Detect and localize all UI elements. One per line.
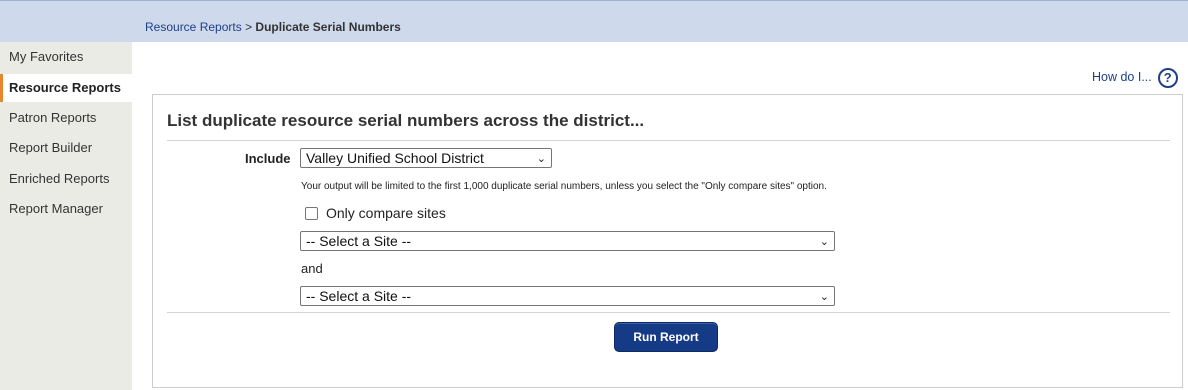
report-form-panel: List duplicate resource serial numbers a…: [152, 94, 1183, 388]
sidebar-item-report-builder[interactable]: Report Builder: [0, 133, 132, 164]
sidebar-nav: My Favorites Resource Reports Patron Rep…: [0, 42, 132, 390]
output-limit-note: Your output will be limited to the first…: [301, 181, 827, 192]
only-compare-sites-label: Only compare sites: [326, 205, 446, 221]
question-circle-icon[interactable]: ?: [1157, 68, 1178, 88]
first-site-select[interactable]: -- Select a Site -- ⌄: [300, 231, 835, 251]
help-area: How do I... ?: [1092, 66, 1178, 88]
include-district-value: Valley Unified School District: [306, 150, 484, 166]
sidebar-item-report-manager[interactable]: Report Manager: [0, 194, 132, 225]
include-label: Include: [245, 151, 291, 166]
include-district-select[interactable]: Valley Unified School District ⌄: [300, 148, 552, 168]
breadcrumb-separator: >: [245, 20, 253, 34]
page-title: List duplicate resource serial numbers a…: [167, 111, 645, 130]
only-compare-sites-option[interactable]: Only compare sites: [305, 205, 446, 221]
run-report-button[interactable]: Run Report: [614, 322, 718, 352]
title-divider: [167, 140, 1170, 141]
how-do-i-link[interactable]: How do I...: [1092, 70, 1152, 84]
top-header-bar: Resource Reports > Duplicate Serial Numb…: [0, 0, 1188, 42]
chevron-down-icon: ⌄: [819, 236, 829, 248]
sidebar-item-enriched-reports[interactable]: Enriched Reports: [0, 164, 132, 195]
second-site-select[interactable]: -- Select a Site -- ⌄: [300, 286, 835, 306]
first-site-value: -- Select a Site --: [306, 233, 412, 249]
and-label: and: [301, 261, 323, 276]
chevron-down-icon: ⌄: [536, 153, 546, 165]
breadcrumb-resource-reports-link[interactable]: Resource Reports: [145, 20, 242, 34]
only-compare-sites-checkbox[interactable]: [305, 206, 318, 220]
form-divider: [167, 312, 1170, 313]
second-site-value: -- Select a Site --: [306, 288, 412, 304]
breadcrumb: Resource Reports > Duplicate Serial Numb…: [145, 20, 401, 34]
chevron-down-icon: ⌄: [819, 291, 829, 303]
sidebar-item-patron-reports[interactable]: Patron Reports: [0, 103, 132, 134]
sidebar-item-resource-reports[interactable]: Resource Reports: [0, 73, 132, 102]
sidebar-item-my-favorites[interactable]: My Favorites: [0, 42, 132, 73]
breadcrumb-current: Duplicate Serial Numbers: [255, 20, 401, 34]
